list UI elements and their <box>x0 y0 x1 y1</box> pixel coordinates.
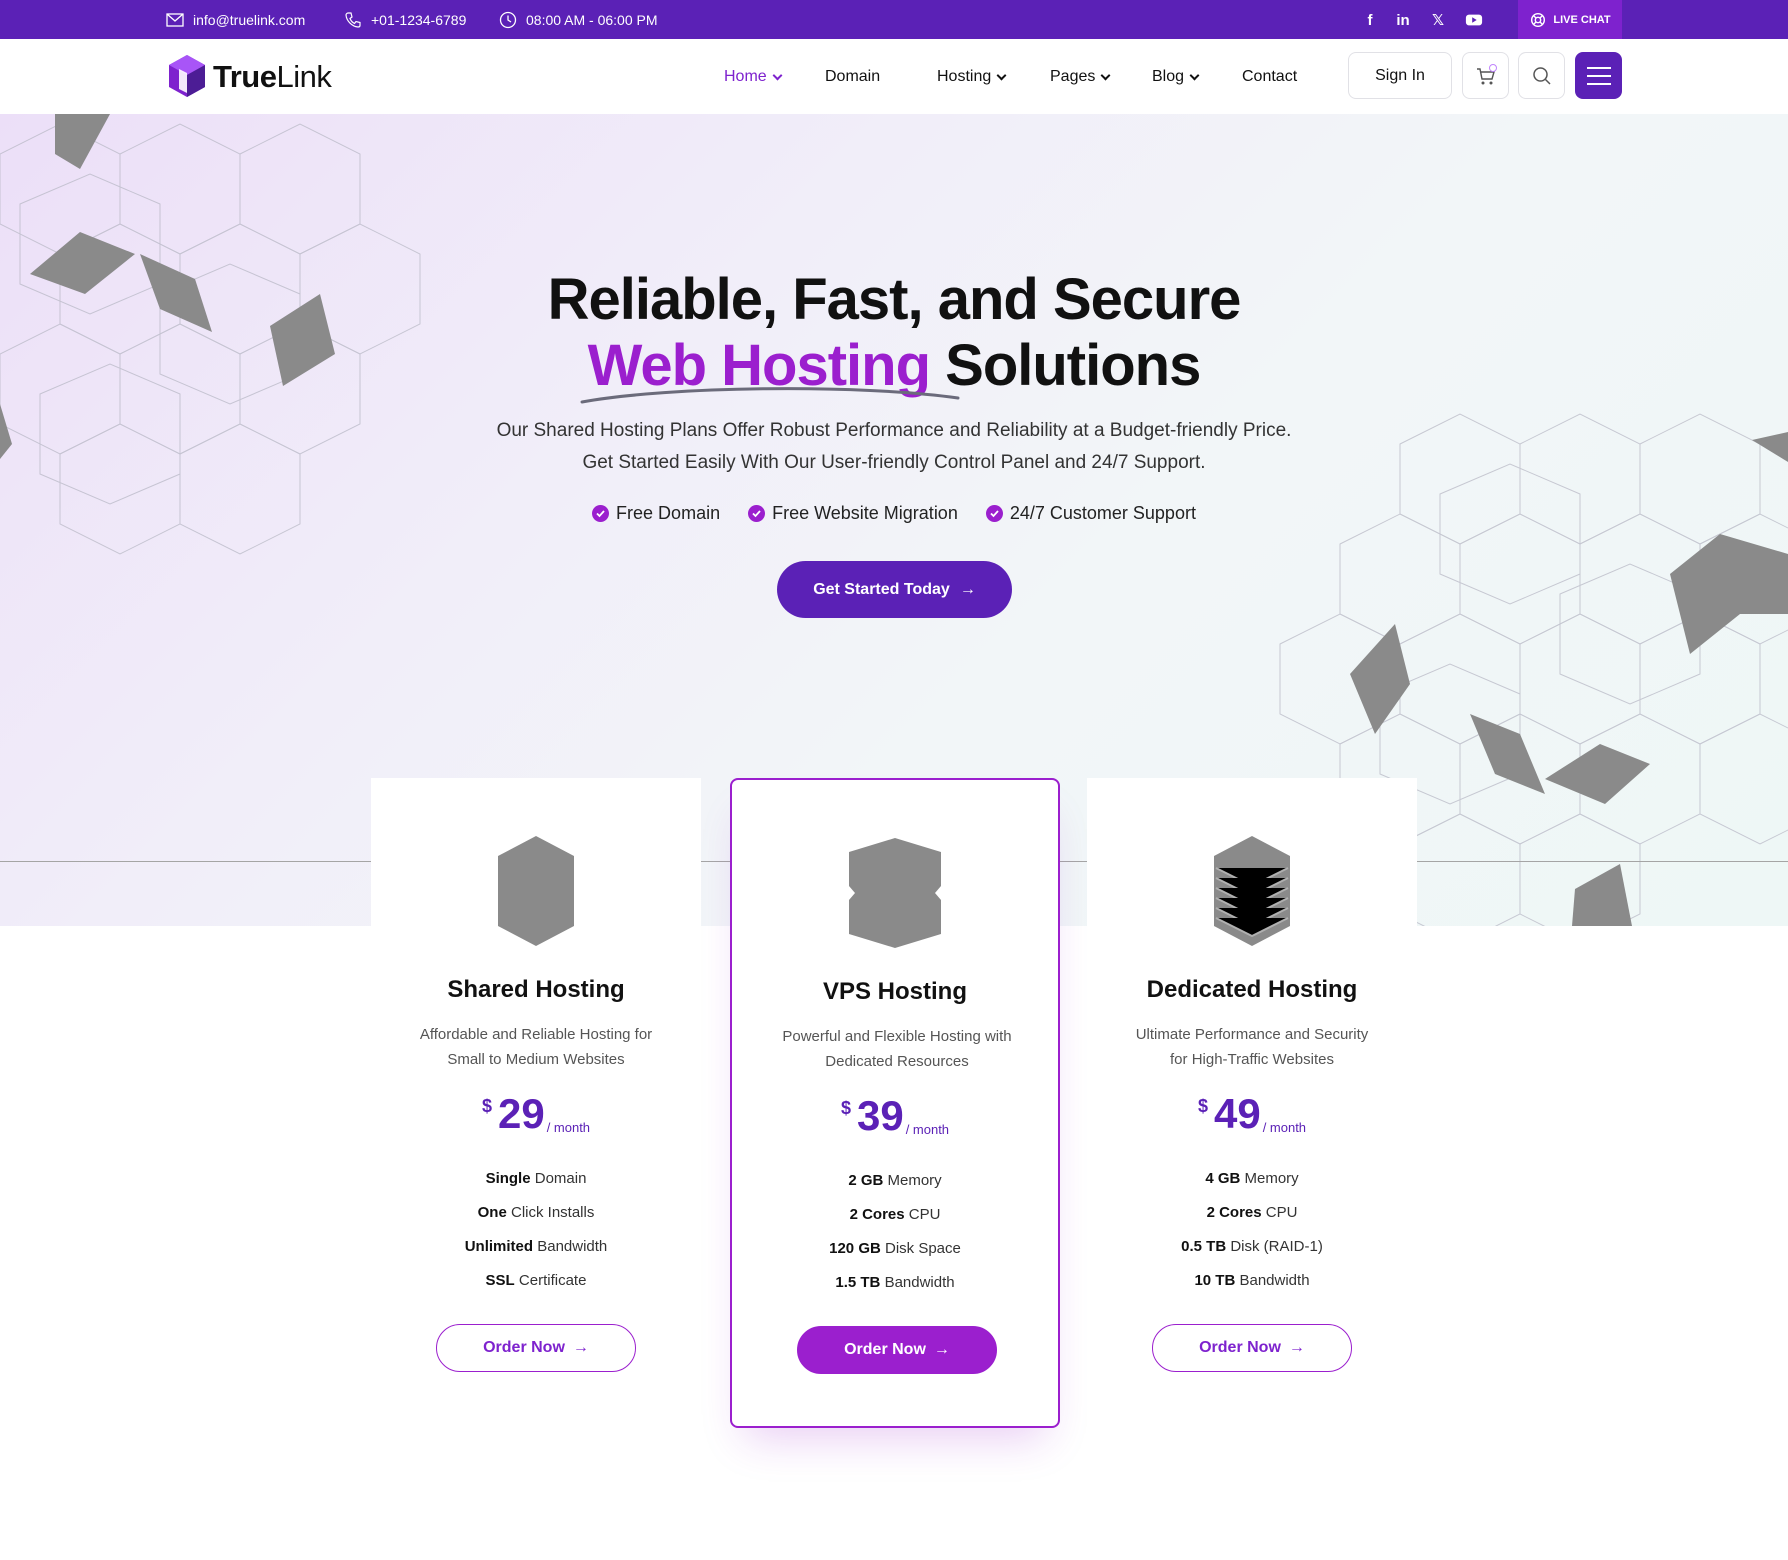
plan-feature: Single Domain <box>485 1170 587 1187</box>
order-now-button[interactable]: Order Now → <box>797 1326 997 1374</box>
phone-text: +01-1234-6789 <box>371 11 467 28</box>
plan-features: Single Domain One Click Installs Unlimit… <box>371 1162 701 1298</box>
plan-feature: 2 GB Memory <box>848 1172 942 1189</box>
plan-feature: 4 GB Memory <box>1205 1170 1299 1187</box>
nav-contact[interactable]: Contact <box>1242 66 1297 88</box>
arrow-right-icon: → <box>933 1341 950 1358</box>
hero-title-rest: Solutions <box>945 333 1201 398</box>
get-started-button[interactable]: Get Started Today → <box>777 561 1012 618</box>
hero-title-line1: Reliable, Fast, and Secure <box>547 267 1242 332</box>
plan-feature: 1.5 TB Bandwidth <box>835 1274 955 1291</box>
plan-card-shared: Shared Hosting Affordable and Reliable H… <box>371 778 701 1428</box>
linkedin-icon[interactable]: in <box>1393 10 1413 30</box>
plan-title: Dedicated Hosting <box>1146 976 1358 1003</box>
check-icon <box>592 505 610 522</box>
phone-contact[interactable]: +01-1234-6789 <box>343 0 466 39</box>
plan-price: $39/ month <box>840 1092 950 1139</box>
truelink-logo-icon <box>169 55 205 97</box>
check-icon <box>748 505 766 522</box>
feature-item: 24/7 Customer Support <box>985 503 1196 524</box>
plan-title: Shared Hosting <box>447 976 625 1003</box>
plan-feature: 120 GB Disk Space <box>829 1240 961 1257</box>
nav-blog[interactable]: Blog <box>1152 66 1200 88</box>
nav-hosting[interactable]: Hosting <box>937 66 1007 88</box>
plan-card-dedicated: Dedicated Hosting Ultimate Performance a… <box>1087 778 1417 1428</box>
chevron-down-icon <box>1100 70 1111 80</box>
hero-features: Free Domain Free Website Migration 24/7 … <box>0 503 1788 524</box>
cart-button[interactable] <box>1462 52 1509 99</box>
shared-server-icon <box>371 834 701 948</box>
plan-feature: 2 Cores CPU <box>849 1206 941 1223</box>
plan-title: VPS Hosting <box>822 978 967 1005</box>
top-bar: info@truelink.com +01-1234-6789 08:00 AM… <box>0 0 1788 39</box>
check-icon <box>985 505 1003 522</box>
chevron-down-icon <box>1189 70 1200 80</box>
youtube-icon[interactable] <box>1464 10 1484 30</box>
plan-feature: 0.5 TB Disk (RAID-1) <box>1181 1238 1323 1255</box>
hours-text: 08:00 AM - 06:00 PM <box>526 11 658 28</box>
plan-feature: 10 TB Bandwidth <box>1194 1272 1310 1289</box>
nav-pages[interactable]: Pages <box>1050 66 1111 88</box>
plan-price: $49/ month <box>1197 1090 1307 1137</box>
logo-text: TrueLink <box>213 59 332 94</box>
chevron-down-icon <box>772 70 783 80</box>
menu-button[interactable] <box>1575 52 1622 99</box>
hero-description-line2: Get Started Easily With Our User-friendl… <box>582 452 1206 473</box>
x-icon[interactable]: 𝕏 <box>1428 10 1448 30</box>
arrow-right-icon: → <box>1288 1339 1305 1356</box>
phone-icon <box>345 11 361 28</box>
search-button[interactable] <box>1518 52 1565 99</box>
plan-features: 2 GB Memory 2 Cores CPU 120 GB Disk Spac… <box>732 1164 1058 1300</box>
mail-icon <box>166 12 184 27</box>
plan-feature: One Click Installs <box>477 1204 595 1221</box>
nav-domain[interactable]: Domain <box>825 66 880 88</box>
nav-home[interactable]: Home <box>724 66 783 88</box>
feature-item: Free Website Migration <box>748 503 958 524</box>
clock-icon <box>499 11 517 28</box>
chevron-down-icon <box>996 70 1007 80</box>
cart-icon <box>1476 63 1497 84</box>
email-contact[interactable]: info@truelink.com <box>165 0 305 39</box>
plan-card-vps: VPS Hosting Powerful and Flexible Hostin… <box>730 778 1060 1428</box>
plan-description: Affordable and Reliable Hosting for Small… <box>419 1026 653 1068</box>
support-icon <box>1531 12 1546 27</box>
dedicated-server-icon <box>1087 834 1417 948</box>
facebook-icon[interactable]: f <box>1360 10 1380 30</box>
hamburger-icon <box>1586 66 1611 69</box>
logo[interactable]: TrueLink <box>165 52 332 102</box>
plan-feature: Unlimited Bandwidth <box>464 1238 608 1255</box>
vps-server-icon <box>732 836 1058 950</box>
sign-in-button[interactable]: Sign In <box>1348 52 1452 99</box>
plan-description: Ultimate Performance and Security for Hig… <box>1135 1026 1369 1068</box>
main-header: TrueLink Home Domain Hosting Pages Blog … <box>0 39 1788 114</box>
email-text: info@truelink.com <box>193 11 306 28</box>
underline-swoosh <box>580 387 960 404</box>
order-now-button[interactable]: Order Now → <box>436 1324 636 1372</box>
plan-feature: 2 Cores CPU <box>1206 1204 1298 1221</box>
order-now-button[interactable]: Order Now → <box>1152 1324 1352 1372</box>
plan-features: 4 GB Memory 2 Cores CPU 0.5 TB Disk (RAI… <box>1087 1162 1417 1298</box>
plan-price: $29/ month <box>481 1090 591 1137</box>
live-chat-button[interactable]: LIVE CHAT <box>1518 0 1622 39</box>
arrow-right-icon: → <box>572 1339 589 1356</box>
hero-description-line1: Our Shared Hosting Plans Offer Robust Pe… <box>496 420 1292 441</box>
live-chat-label: LIVE CHAT <box>1553 13 1611 26</box>
plan-description: Powerful and Flexible Hosting with Dedica… <box>782 1028 1012 1070</box>
hours-info: 08:00 AM - 06:00 PM <box>498 0 658 39</box>
feature-item: Free Domain <box>592 503 720 524</box>
arrow-right-icon: → <box>959 580 976 598</box>
plan-feature: SSL Certificate <box>485 1272 587 1289</box>
search-icon <box>1532 66 1551 85</box>
